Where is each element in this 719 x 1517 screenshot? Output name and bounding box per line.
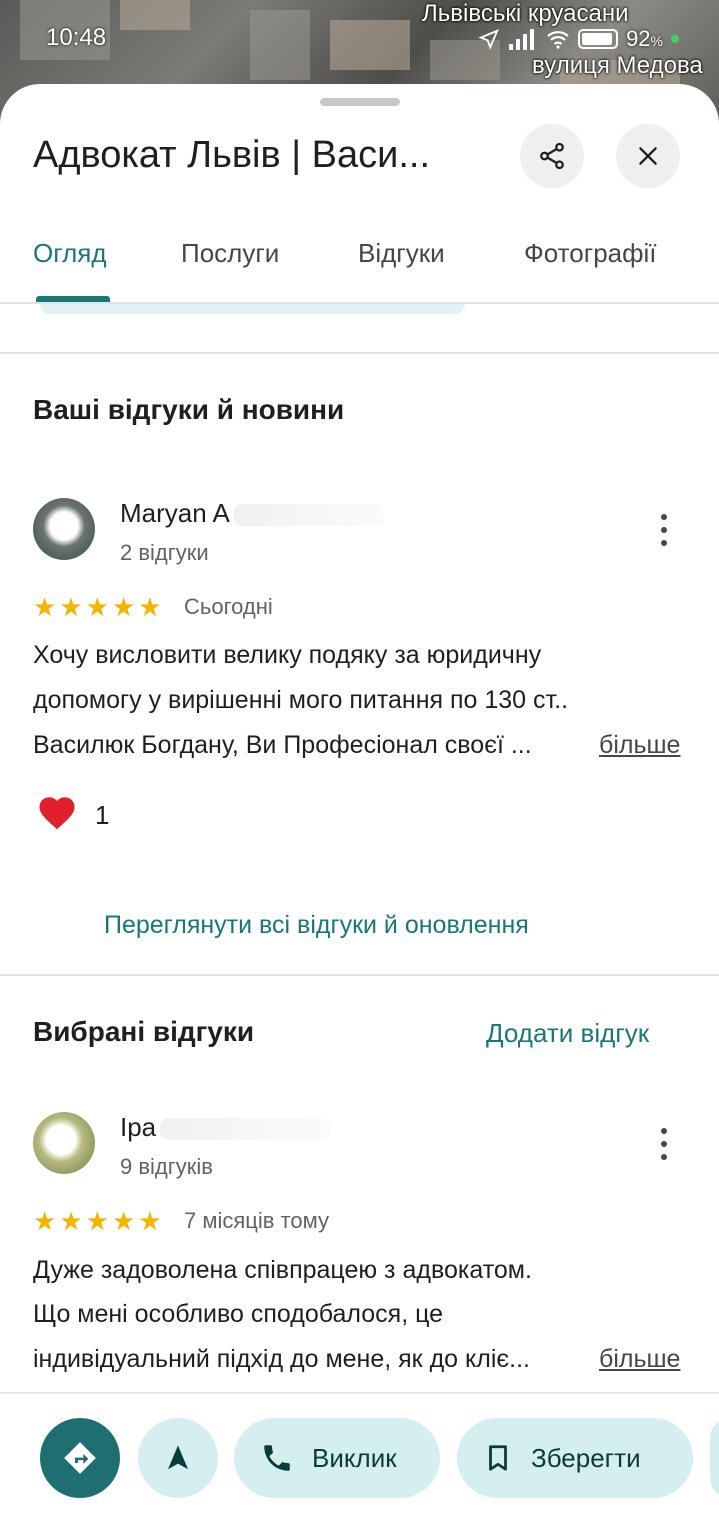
status-time: 10:48: [46, 24, 107, 51]
place-sheet: Адвокат Львів | Васи... Огляд Послуги Ві…: [0, 84, 719, 1517]
call-button[interactable]: Виклик: [234, 1418, 440, 1498]
tab-bar: Огляд Послуги Відгуки Фотографії: [0, 224, 719, 304]
reviewer-review-count: 9 відгуків: [120, 1154, 213, 1179]
action-bar: Виклик Зберегти: [0, 1392, 719, 1517]
more-options-icon[interactable]: [650, 1124, 678, 1164]
featured-reviews-title: Вибрані відгуки: [33, 1016, 255, 1047]
more-actions-chip[interactable]: [710, 1418, 719, 1498]
review-text-line: Дуже задоволена співпрацею з адвокатом.: [33, 1256, 532, 1284]
save-button[interactable]: Зберегти: [457, 1418, 693, 1498]
map-label-street: вулиця Медова: [532, 52, 703, 79]
more-options-icon[interactable]: [650, 510, 678, 550]
tab-reviews[interactable]: Відгуки: [358, 238, 445, 269]
review-text-line: Що мені особливо сподобалося, це: [33, 1300, 444, 1328]
review-date: 7 місяців тому: [184, 1208, 329, 1233]
bookmark-icon: [489, 1445, 507, 1471]
reviewer-review-count: 2 відгуки: [120, 540, 209, 565]
place-title: Адвокат Львів | Васи...: [33, 134, 431, 176]
call-label: Виклик: [312, 1442, 397, 1473]
review-text-line: Василюк Богдану, Ви Професіонал своєї ..…: [33, 731, 532, 759]
star-icon: ★: [111, 1206, 136, 1236]
review-text-line: Хочу висловити велику подяку за юридичну: [33, 641, 542, 669]
section-divider: [0, 352, 719, 354]
review-text-line: допомогу у вирішенні мого питання по 130…: [33, 686, 569, 714]
reviewer-name[interactable]: Maryan A: [120, 498, 384, 529]
battery-level: 92%: [626, 26, 663, 51]
star-icon: ★: [138, 1206, 162, 1236]
battery-icon: [578, 29, 619, 49]
share-button[interactable]: [520, 124, 584, 188]
heart-reaction-icon[interactable]: [36, 792, 78, 834]
wifi-icon: [547, 31, 569, 49]
close-button[interactable]: [616, 124, 680, 188]
signal-icon: [509, 29, 535, 50]
reviewer-name[interactable]: Іра: [120, 1112, 331, 1143]
scrolled-chip-edge: [40, 304, 465, 314]
tab-overview[interactable]: Огляд: [33, 238, 107, 269]
map-label-bakery[interactable]: Львівські круасани: [422, 0, 628, 28]
start-navigation-button[interactable]: [138, 1418, 218, 1498]
name-redaction: [160, 1118, 331, 1141]
star-icon: ★: [111, 592, 136, 622]
share-icon: [540, 142, 564, 170]
navigation-arrow-icon: [168, 1445, 188, 1470]
tab-services[interactable]: Послуги: [181, 238, 279, 269]
close-icon: [639, 147, 657, 165]
privacy-indicator: [671, 35, 679, 43]
name-redaction: [233, 504, 384, 527]
status-icons: 92%: [478, 26, 679, 52]
star-icon: ★: [59, 592, 83, 622]
more-link[interactable]: більше: [599, 731, 680, 760]
star-rating: ★ ★ ★ ★ ★: [33, 594, 162, 620]
view-all-reviews-link[interactable]: Переглянути всі відгуки й оновлення: [104, 911, 529, 940]
location-arrow-icon: [478, 29, 500, 50]
star-icon: ★: [59, 1206, 83, 1236]
directions-button[interactable]: [40, 1418, 120, 1498]
add-review-button[interactable]: Додати відгук: [486, 1018, 649, 1049]
reaction-count: 1: [95, 800, 110, 830]
save-label: Зберегти: [531, 1442, 641, 1473]
directions-icon: [64, 1442, 96, 1474]
more-link[interactable]: більше: [599, 1345, 680, 1374]
avatar[interactable]: [33, 1112, 95, 1174]
your-reviews-title: Ваші відгуки й новини: [33, 394, 345, 425]
section-divider: [0, 974, 719, 976]
sheet-drag-handle[interactable]: [320, 98, 400, 106]
star-icon: ★: [138, 592, 162, 622]
avatar[interactable]: [33, 498, 95, 560]
star-rating: ★ ★ ★ ★ ★: [33, 1208, 162, 1234]
phone-icon: [264, 1445, 290, 1471]
review-text-line: індивідуальний підхід до мене, як до клі…: [33, 1345, 530, 1373]
star-icon: ★: [85, 1206, 109, 1236]
tab-photos[interactable]: Фотографії: [524, 238, 657, 269]
review-date: Сьогодні: [184, 594, 273, 619]
star-icon: ★: [33, 1206, 57, 1236]
star-icon: ★: [85, 592, 109, 622]
star-icon: ★: [33, 592, 57, 622]
